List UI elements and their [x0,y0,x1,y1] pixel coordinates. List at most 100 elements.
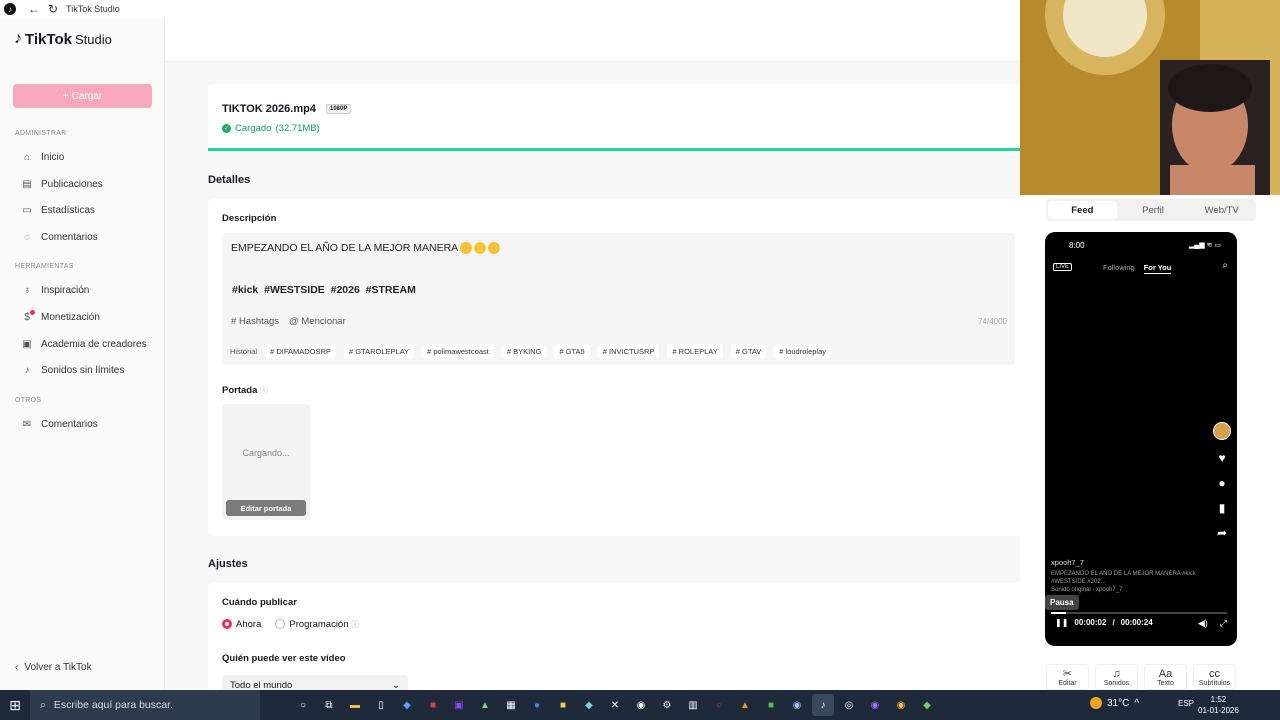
file-explorer-icon[interactable]: ▬ [344,694,366,716]
sidebar-item-sonidos[interactable]: ♪ Sonidos sin límites [22,365,125,376]
language-indicator[interactable]: ESP [1178,699,1194,708]
back-to-tiktok-link[interactable]: ‹ Volver a TikTok [15,662,92,673]
info-icon[interactable]: ⓘ [260,386,268,395]
laughing-emoji-icon [460,242,473,255]
steam-icon[interactable]: ◉ [786,694,808,716]
tiktok-taskbar-icon[interactable]: ♪ [812,694,834,716]
upload-progress-bar [208,148,1020,151]
sidebar-item-estadisticas[interactable]: ▭ Estadísticas [22,205,95,216]
history-chip[interactable]: # GTAROLEPLAY [343,344,415,359]
when-to-post-options: Ahora Programación ⓘ [222,619,359,630]
history-chip[interactable]: # GTAV [730,344,767,359]
hashtags-button[interactable]: # Hashtags [231,316,279,327]
radio-selected-icon [222,619,232,630]
notes-icon[interactable]: ■ [552,694,574,716]
history-chip[interactable]: # loudroleplay [774,344,831,359]
minecraft-icon[interactable]: ■ [760,694,782,716]
settings-title: Ajustes [208,558,248,570]
zoom-icon[interactable]: ● [526,694,548,716]
app-icon[interactable]: ◆ [916,694,938,716]
app-icon[interactable]: ▦ [500,694,522,716]
sidebar-item-inspiracion[interactable]: ♁ Inspiración [22,285,89,296]
playback-progress-bar[interactable] [1051,612,1227,614]
option-schedule[interactable]: Programación ⓘ [275,619,359,630]
sidebar-item-publicaciones[interactable]: ▤ Publicaciones [22,179,102,190]
history-chip[interactable]: # DIFAMADOSRP [265,344,336,359]
laughing-emoji-icon [488,242,501,255]
notepad-icon[interactable]: ▯ [370,694,392,716]
tab-feed[interactable]: Feed [1048,201,1117,219]
twitch-icon[interactable]: ▣ [448,694,470,716]
details-card: Descripción EMPEZANDO EL AÑO DE LA MEJOR… [208,199,1028,536]
option-now[interactable]: Ahora [222,619,261,630]
tab-perfil[interactable]: Perfil [1119,199,1188,221]
tool-label: Subtítulos [1198,680,1231,687]
volume-icon[interactable]: ◀) [1198,618,1208,629]
green-app-icon[interactable]: ▲ [474,694,496,716]
description-label: Descripción [222,213,277,224]
sidebar-item-feedback[interactable]: ✉ Comentarios [22,419,98,430]
obs-icon[interactable]: ◎ [838,694,860,716]
clock-date: 01-01-2026 [1198,706,1239,715]
chrome-icon[interactable]: ◉ [890,694,912,716]
back-arrow-icon[interactable]: ← [28,2,40,16]
cover-label: Portada ⓘ [222,385,268,396]
history-chip[interactable]: # BYKING [501,344,547,359]
pause-icon[interactable]: ❚❚ [1055,618,1068,627]
option-now-label: Ahora [236,619,262,630]
edit-cover-button[interactable]: Editar portada [226,500,306,516]
chevron-up-icon[interactable]: ^ [1134,698,1139,709]
bookmark-icon: ▮ [1218,501,1226,515]
app-icon[interactable]: ◉ [630,694,652,716]
fullscreen-icon[interactable]: ⤢ [1220,618,1227,629]
history-chip[interactable]: # ROLEPLAY [667,344,723,359]
description-editor[interactable]: EMPEZANDO EL AÑO DE LA MEJOR MANERA #kic… [222,233,1015,365]
weather-widget[interactable]: 31°C ^ [1090,697,1139,709]
history-chip[interactable]: # GTA5 [554,344,590,359]
app-icon[interactable]: ▲ [734,694,756,716]
opera-icon[interactable]: ○ [708,694,730,716]
taskbar-search-placeholder: Escribe aquí para buscar. [53,699,173,711]
mention-button-label: Mencionar [301,316,346,327]
tiktok-studio-logo[interactable]: ♪ TikTok Studio [14,30,112,48]
app-icon[interactable]: ◉ [864,694,886,716]
sidebar-item-inicio[interactable]: ⌂ Inicio [22,152,64,163]
text-tool-button[interactable]: Aa Texto [1144,664,1187,690]
description-text[interactable]: EMPEZANDO EL AÑO DE LA MEJOR MANERA [231,242,501,255]
settings-gear-icon[interactable]: ⚙ [656,694,678,716]
app-icon[interactable]: ◆ [578,694,600,716]
task-view-icon[interactable]: ○ [292,694,314,716]
upload-button[interactable]: + Cargar [13,84,152,108]
time-separator: / [1112,618,1115,627]
windows-start-icon[interactable]: ⊞ [0,690,30,720]
history-chip[interactable]: # polimawestcoast [422,344,494,359]
phone-caption-text: EMPEZANDO EL AÑO DE LA MEJOR MANERA #kic… [1051,571,1196,585]
widgets-icon[interactable]: ⧉ [318,694,340,716]
sidebar-item-comentarios[interactable]: ◌ Comentarios [22,232,98,243]
sidebar-item-label: Inicio [41,152,65,163]
sidebar-item-label: Sonidos sin límites [41,365,125,376]
tab-web-tv[interactable]: Web/TV [1187,199,1256,221]
live-icon: LIVE [1053,263,1073,271]
radio-unselected-icon [275,619,286,630]
sidebar-item-monetizacion[interactable]: $ Monetización [22,309,100,323]
preview-tabs: Feed Perfil Web/TV [1046,199,1256,221]
history-chip[interactable]: # INVICTUSRP [597,344,660,359]
bulb-icon: ♁ [23,284,31,296]
copilot-icon[interactable]: ◆ [396,694,418,716]
captions-tool-button[interactable]: cc Subtítulos [1193,664,1236,690]
app-icon[interactable]: ▥ [682,694,704,716]
taskbar-clock[interactable]: 1:52 01-01-2026 [1198,694,1239,716]
reload-icon[interactable]: ↻ [48,2,58,16]
mention-button[interactable]: @ Mencionar [289,316,346,327]
sidebar-item-academia[interactable]: ▣ Academia de creadores [22,339,146,350]
sounds-tool-button[interactable]: ♫ Sonidos [1095,664,1138,690]
sidebar-item-label: Monetización [41,312,100,323]
phone-preview[interactable]: 8:00 ▂▄▆ ≋ ▭ LIVE Following For You ⌕ ♥ … [1045,232,1237,646]
taskbar-search[interactable]: ⌕ Escribe aquí para buscar. [30,690,260,720]
cover-thumbnail[interactable]: Cargando... Editar portada [222,404,310,520]
edit-tool-button[interactable]: ✂ Editar [1046,664,1089,690]
red-app-icon[interactable]: ■ [422,694,444,716]
capcut-icon[interactable]: ✕ [604,694,626,716]
cover-label-text: Portada [222,385,258,396]
